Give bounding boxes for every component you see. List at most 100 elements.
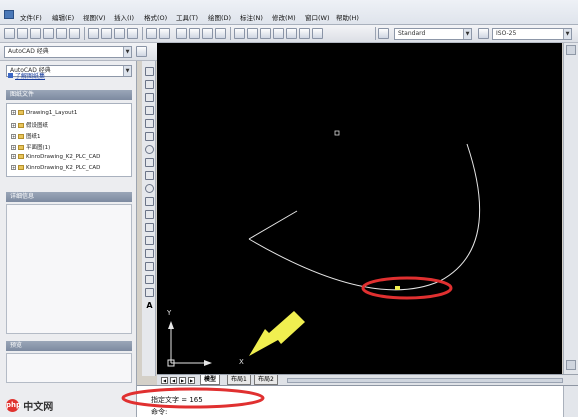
dim-style-value: ISO-25 (496, 30, 517, 37)
line-icon[interactable] (145, 67, 154, 76)
menu-tools[interactable]: 工具(T) (176, 12, 198, 22)
drawing-canvas[interactable]: Y X (157, 43, 562, 374)
tab-model[interactable]: 模型 (200, 375, 221, 385)
autocad-app-icon[interactable] (4, 10, 14, 19)
menu-view[interactable]: 视图(V) (83, 12, 106, 22)
pan-icon[interactable] (176, 28, 187, 39)
multiline-text-icon[interactable]: A (145, 301, 154, 310)
quickcalc-icon[interactable] (299, 28, 310, 39)
menu-file[interactable]: 文件(F) (20, 12, 42, 22)
list-item[interactable]: + 假设图纸 (11, 121, 48, 129)
zoom-previous-icon[interactable] (215, 28, 226, 39)
expand-icon[interactable]: + (11, 145, 16, 150)
prev-tab-icon[interactable]: ◀ (170, 377, 177, 384)
menu-format[interactable]: 格式(O) (144, 12, 167, 22)
print-icon[interactable] (43, 28, 54, 39)
publish-icon[interactable] (69, 28, 80, 39)
ellipse-arc-icon[interactable] (145, 197, 154, 206)
line-entity[interactable] (248, 210, 298, 240)
horizontal-scrollbar[interactable] (287, 378, 563, 383)
list-item[interactable]: + KinroDrawing_K2_PLC_CAD (11, 165, 100, 171)
circle-icon[interactable] (145, 145, 154, 154)
make-block-icon[interactable] (145, 223, 154, 232)
tool-palettes-icon[interactable] (260, 28, 271, 39)
copy-icon[interactable] (101, 28, 112, 39)
spline-icon[interactable] (145, 171, 154, 180)
expand-icon[interactable]: + (11, 154, 16, 159)
menu-modify[interactable]: 修改(M) (272, 12, 296, 22)
expand-icon[interactable]: + (11, 134, 16, 139)
chevron-down-icon[interactable]: ▼ (123, 47, 131, 57)
last-tab-icon[interactable]: ▶ (188, 377, 195, 384)
drawing-svg (167, 130, 481, 367)
menu-insert[interactable]: 插入(I) (114, 12, 134, 22)
next-tab-icon[interactable]: ▶ (179, 377, 186, 384)
polygon-icon[interactable] (145, 106, 154, 115)
sheet-files-header[interactable]: 图纸文件 (6, 90, 132, 100)
chevron-down-icon[interactable]: ▼ (123, 66, 131, 76)
zoom-window-icon[interactable] (202, 28, 213, 39)
cut-icon[interactable] (88, 28, 99, 39)
preview-header[interactable]: 预览 (6, 341, 132, 351)
properties-icon[interactable] (234, 28, 245, 39)
list-item[interactable]: + 图纸1 (11, 132, 41, 140)
list-item[interactable]: + KinroDrawing_K2_PLC_CAD (11, 154, 100, 160)
dim-style-dropdown[interactable]: ISO-25 ▼ (492, 28, 572, 40)
construction-line-icon[interactable] (145, 80, 154, 89)
hatch-icon[interactable] (145, 249, 154, 258)
insert-block-icon[interactable] (145, 210, 154, 219)
chevron-down-icon[interactable]: ▼ (463, 29, 471, 39)
design-center-icon[interactable] (247, 28, 258, 39)
tab-layout2[interactable]: 布局2 (254, 375, 278, 385)
redo-icon[interactable] (159, 28, 170, 39)
region-icon[interactable] (145, 275, 154, 284)
match-properties-icon[interactable] (127, 28, 138, 39)
sheet-file-list: + Drawing1_Layout1 + 假设图纸 + 图纸1 + 平面图(1) + Ki… (6, 103, 132, 177)
save-icon[interactable] (30, 28, 41, 39)
menu-window[interactable]: 窗口(W) (305, 12, 330, 22)
arc-icon[interactable] (145, 132, 154, 141)
canvas-vertical-scrollbar[interactable] (563, 43, 578, 374)
new-icon[interactable] (4, 28, 15, 39)
paste-icon[interactable] (114, 28, 125, 39)
gradient-icon[interactable] (145, 262, 154, 271)
chevron-down-icon[interactable]: ▼ (563, 29, 571, 39)
scroll-up-icon[interactable] (566, 45, 576, 55)
zoom-realtime-icon[interactable] (189, 28, 200, 39)
point-icon[interactable] (145, 236, 154, 245)
undo-icon[interactable] (146, 28, 157, 39)
settings-icon[interactable] (136, 46, 147, 57)
markup-icon[interactable] (286, 28, 297, 39)
list-item[interactable]: + Drawing1_Layout1 (11, 110, 77, 116)
arc-entity[interactable] (248, 143, 481, 291)
tab-layout1[interactable]: 布局1 (227, 375, 251, 385)
learn-sheet-sets-link[interactable]: 了解图纸集 (8, 71, 45, 80)
table-icon[interactable] (145, 288, 154, 297)
expand-icon[interactable]: + (11, 123, 16, 128)
menu-draw[interactable]: 绘图(D) (208, 12, 231, 22)
preview-title: 预览 (10, 342, 23, 349)
help-icon[interactable] (312, 28, 323, 39)
revision-cloud-icon[interactable] (145, 158, 154, 167)
polyline-icon[interactable] (145, 93, 154, 102)
open-icon[interactable] (17, 28, 28, 39)
preview-icon[interactable] (56, 28, 67, 39)
scroll-down-icon[interactable] (566, 360, 576, 370)
details-header[interactable]: 详细信息 (6, 192, 132, 202)
ellipse-icon[interactable] (145, 184, 154, 193)
list-item[interactable]: + 平面图(1) (11, 143, 50, 151)
first-tab-icon[interactable]: ◀ (161, 377, 168, 384)
text-style-dropdown[interactable]: Standard ▼ (394, 28, 472, 40)
text-style-icon[interactable] (378, 28, 389, 39)
rectangle-icon[interactable] (145, 119, 154, 128)
dim-style-icon[interactable] (478, 28, 489, 39)
expand-icon[interactable]: + (11, 110, 16, 115)
menu-dimension[interactable]: 标注(N) (240, 12, 263, 22)
sheet-set-icon[interactable] (273, 28, 284, 39)
workspace-dropdown[interactable]: AutoCAD 经典 ▼ (4, 46, 132, 58)
grip-point[interactable] (334, 130, 340, 136)
menu-help[interactable]: 帮助(H) (336, 12, 359, 22)
command-scrollbar[interactable] (563, 386, 578, 417)
menu-edit[interactable]: 编辑(E) (52, 12, 74, 22)
expand-icon[interactable]: + (11, 165, 16, 170)
